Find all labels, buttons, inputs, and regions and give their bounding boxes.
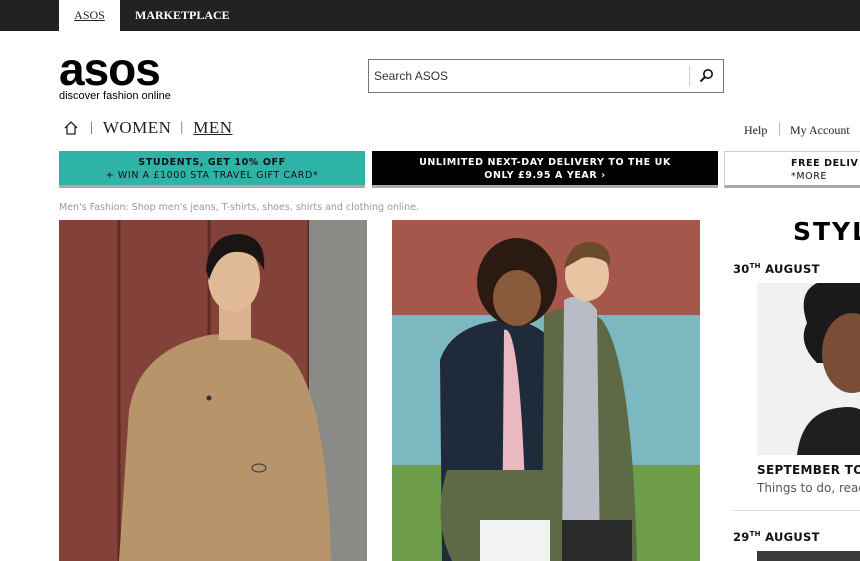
hero-image-right[interactable] [392, 220, 700, 561]
free-delivery-title: FREE DELIV [791, 158, 859, 169]
style-feed-headline[interactable]: SEPTEMBER TO [757, 463, 860, 477]
asos-logo[interactable]: asos discover fashion online [59, 43, 171, 102]
delivery-promo-sub: ONLY £9.95 A YEAR › [484, 170, 606, 181]
home-link[interactable] [63, 119, 81, 137]
util-divider [779, 122, 780, 136]
nav-women[interactable]: WOMEN [103, 118, 172, 138]
students-promo-sub: + WIN A £1000 STA TRAVEL GIFT CARD* [105, 170, 319, 181]
feed-date-suffix: TH [749, 262, 761, 270]
model-photo-right [392, 220, 700, 561]
style-feed-title: STYL [793, 217, 860, 246]
nav-separator: | [180, 120, 184, 135]
feed-date-suffix: TH [749, 530, 761, 538]
feed-date: 29TH AUGUST [733, 530, 820, 544]
feed-date-day: 30 [733, 262, 750, 276]
free-delivery-sub: *MORE [791, 171, 828, 182]
search-input[interactable] [369, 60, 689, 92]
home-icon [64, 121, 78, 135]
style-feed-photo [757, 283, 860, 455]
help-link[interactable]: Help [744, 121, 767, 139]
search-icon [699, 69, 713, 83]
hero-image-left[interactable] [59, 220, 367, 561]
top-bar: ASOS MARKETPLACE [0, 0, 860, 31]
students-promo-title: STUDENTS, GET 10% OFF [138, 157, 286, 168]
search-button[interactable] [693, 64, 719, 88]
delivery-promo-title: UNLIMITED NEXT-DAY DELIVERY TO THE UK [419, 157, 671, 168]
feed-date-day: 29 [733, 530, 750, 544]
search-divider [689, 66, 690, 86]
my-account-link[interactable]: My Account [790, 121, 850, 139]
model-photo-left [59, 220, 367, 561]
nav-separator: | [90, 120, 93, 135]
delivery-promo-banner[interactable]: UNLIMITED NEXT-DAY DELIVERY TO THE UK ON… [372, 151, 718, 188]
style-feed-image[interactable] [757, 283, 860, 455]
tab-marketplace[interactable]: MARKETPLACE [135, 0, 230, 31]
style-feed-image-2[interactable] [757, 551, 860, 561]
feed-date-month: AUGUST [760, 262, 820, 276]
tab-asos-label: ASOS [74, 8, 105, 22]
tab-asos[interactable]: ASOS [59, 0, 120, 31]
style-feed-divider [733, 510, 860, 511]
logo-wordmark: asos [59, 43, 161, 95]
students-promo-banner[interactable]: STUDENTS, GET 10% OFF + WIN A £1000 STA … [59, 151, 365, 188]
feed-date: 30TH AUGUST [733, 262, 820, 276]
main-nav: | WOMEN | MEN [63, 115, 233, 141]
logo-tagline: discover fashion online [59, 90, 171, 102]
feed-date-month: AUGUST [760, 530, 820, 544]
style-feed-subtext: Things to do, read [757, 481, 860, 495]
search-box [368, 59, 724, 93]
nav-men[interactable]: MEN [193, 118, 232, 138]
seo-text: Men's Fashion: Shop men's jeans, T-shirt… [59, 202, 420, 213]
free-delivery-promo-banner[interactable]: FREE DELIV *MORE [724, 151, 860, 188]
